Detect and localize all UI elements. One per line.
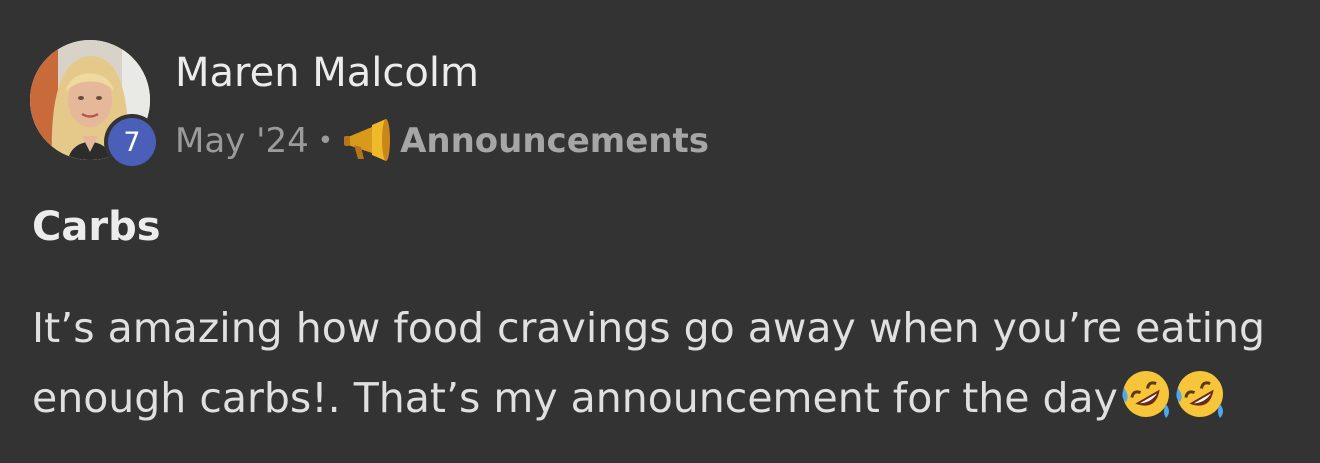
megaphone-icon	[344, 119, 391, 161]
trust-level-badge: 7	[104, 114, 160, 170]
post-body-text: It’s amazing how food cravings go away w…	[32, 304, 1266, 422]
post-title[interactable]: Carbs	[32, 204, 161, 250]
post-body: It’s amazing how food cravings go away w…	[32, 293, 1302, 433]
category-link[interactable]: Announcements	[400, 121, 709, 161]
meta-separator: •	[317, 126, 334, 156]
author-avatar-group[interactable]: 7	[30, 40, 160, 170]
trust-level-number: 7	[108, 118, 156, 166]
author-name[interactable]: Maren Malcolm	[175, 50, 479, 96]
post-meta: May '24 • Announcements	[175, 116, 709, 166]
rolling-on-floor-laughing-emoji	[1122, 371, 1169, 418]
rolling-on-floor-laughing-emoji	[1176, 371, 1223, 418]
post-date[interactable]: May '24	[175, 121, 309, 161]
post: 7 Maren Malcolm May '24 • Announcements …	[0, 0, 1320, 463]
